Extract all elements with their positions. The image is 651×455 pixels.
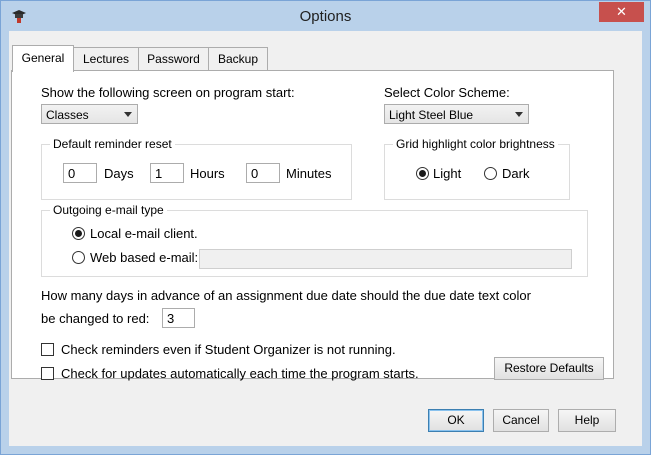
days-input[interactable]: 0 (63, 163, 97, 183)
minutes-label: Minutes (286, 166, 332, 181)
reminder-reset-legend: Default reminder reset (50, 137, 175, 151)
due-date-days-input[interactable]: 3 (162, 308, 195, 328)
due-date-question-line2: be changed to red: (41, 311, 150, 326)
light-label: Light (433, 166, 462, 181)
startup-screen-select[interactable]: Classes (41, 104, 138, 124)
chevron-down-icon (124, 112, 132, 117)
check-reminders-label: Check reminders even if Student Organize… (61, 342, 396, 357)
options-window: Options ✕ General Lectures Password Back… (0, 0, 651, 455)
startup-screen-value: Classes (46, 108, 89, 122)
minutes-input[interactable]: 0 (246, 163, 280, 183)
title-bar: Options ✕ (1, 1, 650, 31)
due-date-question: How many days in advance of an assignmen… (41, 288, 531, 303)
web-email-label: Web based e-mail: (90, 250, 199, 265)
close-button[interactable]: ✕ (599, 2, 644, 22)
chevron-down-icon (515, 112, 523, 117)
restore-defaults-button[interactable]: Restore Defaults (494, 357, 604, 380)
window-title: Options (299, 8, 352, 25)
check-reminders-checkbox[interactable] (41, 343, 54, 356)
days-label: Days (104, 166, 134, 181)
light-radio[interactable] (416, 167, 429, 180)
email-type-legend: Outgoing e-mail type (50, 203, 167, 217)
web-email-radio[interactable] (72, 251, 85, 264)
web-email-input[interactable] (199, 249, 572, 269)
dark-label: Dark (502, 166, 530, 181)
color-scheme-value: Light Steel Blue (389, 108, 474, 122)
cancel-button[interactable]: Cancel (493, 409, 549, 432)
dialog-client-area: General Lectures Password Backup Show th… (9, 31, 642, 446)
local-email-radio[interactable] (72, 227, 85, 240)
close-icon: ✕ (616, 4, 627, 19)
check-updates-checkbox[interactable] (41, 367, 54, 380)
hours-input[interactable]: 1 (150, 163, 184, 183)
tab-backup[interactable]: Backup (208, 47, 268, 70)
tab-general[interactable]: General (12, 45, 74, 72)
general-tab-panel: Show the following screen on program sta… (11, 70, 614, 381)
tab-lectures[interactable]: Lectures (73, 47, 139, 70)
hours-label: Hours (190, 166, 225, 181)
dark-radio[interactable] (484, 167, 497, 180)
ok-button[interactable]: OK (428, 409, 484, 432)
check-updates-label: Check for updates automatically each tim… (61, 366, 419, 381)
color-scheme-select[interactable]: Light Steel Blue (384, 104, 529, 124)
color-scheme-label: Select Color Scheme: (384, 85, 510, 100)
help-button[interactable]: Help (558, 409, 616, 432)
grid-brightness-group: Grid highlight color brightness (384, 137, 570, 200)
startup-screen-label: Show the following screen on program sta… (41, 85, 295, 100)
grid-brightness-legend: Grid highlight color brightness (393, 137, 558, 151)
tab-password[interactable]: Password (138, 47, 209, 70)
local-email-label: Local e-mail client. (90, 226, 198, 241)
